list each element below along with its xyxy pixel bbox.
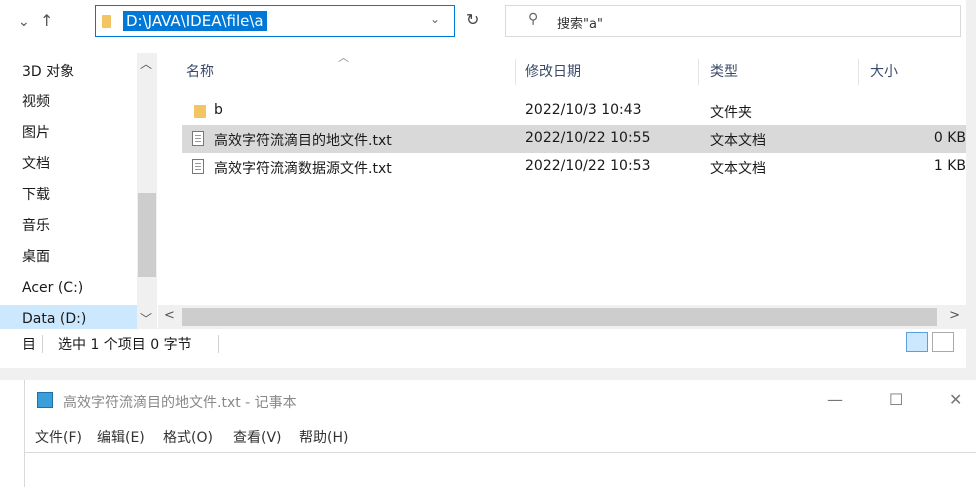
desktop-gap <box>0 368 976 380</box>
file-row-folder-b[interactable]: b 2022/10/3 10:43 文件夹 <box>182 97 966 125</box>
sidebar-item-drive-c[interactable]: Acer (C:) <box>22 277 83 299</box>
menu-help[interactable]: 帮助(H) <box>299 427 348 447</box>
close-icon[interactable]: ✕ <box>949 390 962 409</box>
file-row-source-txt[interactable]: 高效字符流滴数据源文件.txt 2022/10/22 10:53 文本文档 1 … <box>182 153 966 181</box>
chevron-down-icon[interactable]: ⌄ <box>430 12 440 26</box>
menu-file[interactable]: 文件(F) <box>35 427 82 447</box>
refresh-icon[interactable]: ↻ <box>466 10 479 29</box>
chevron-right-icon[interactable]: > <box>949 308 960 323</box>
menu-view[interactable]: 查看(V) <box>233 427 282 447</box>
chevron-up-icon[interactable]: ︿ <box>140 55 152 72</box>
horizontal-scroll-thumb[interactable] <box>182 308 937 326</box>
recent-locations-icon[interactable]: ⌄ <box>18 12 30 32</box>
sidebar-item-desktop[interactable]: 桌面 <box>22 246 50 268</box>
minimize-icon[interactable]: — <box>827 390 843 409</box>
horizontal-scrollbar[interactable]: < > <box>158 305 966 329</box>
file-explorer-window: ⌄ ↑ D:\JAVA\IDEA\file\a ⌄ ↻ ⚲ 搜索"a" 3D 对… <box>0 0 966 368</box>
notepad-menu-bar: 文件(F) 编辑(E) 格式(O) 查看(V) 帮助(H) <box>25 422 976 452</box>
status-divider <box>218 335 219 353</box>
navigation-pane: 3D 对象 视频 图片 文档 下载 音乐 桌面 Acer (C:) Data (… <box>0 53 158 329</box>
sidebar-item-music[interactable]: 音乐 <box>22 215 50 237</box>
sort-ascending-icon: ︿ <box>338 51 349 64</box>
address-path[interactable]: D:\JAVA\IDEA\file\a <box>123 11 267 31</box>
column-divider[interactable] <box>858 59 859 85</box>
file-list: ︿ 名称 修改日期 类型 大小 b 2022/10/3 10:43 文件夹 高效… <box>158 51 966 329</box>
file-type: 文本文档 <box>710 133 766 149</box>
sidebar-item-downloads[interactable]: 下载 <box>22 184 50 206</box>
column-divider[interactable] <box>515 59 516 85</box>
file-modified: 2022/10/3 10:43 <box>525 102 642 118</box>
text-file-icon <box>192 159 204 174</box>
file-type: 文件夹 <box>710 105 752 121</box>
status-selection: 选中 1 个项目 0 字节 <box>58 337 192 353</box>
sidebar-item-pictures[interactable]: 图片 <box>22 122 50 144</box>
search-box[interactable]: ⚲ 搜索"a" <box>505 5 961 37</box>
sidebar-scrollbar[interactable]: ︿ ﹀ <box>137 53 157 329</box>
folder-icon <box>194 105 206 118</box>
file-type: 文本文档 <box>710 161 766 177</box>
file-name: 高效字符流滴数据源文件.txt <box>214 161 392 177</box>
notepad-icon <box>37 392 53 408</box>
column-header-type[interactable]: 类型 <box>710 61 738 81</box>
address-toolbar: ⌄ ↑ D:\JAVA\IDEA\file\a ⌄ ↻ ⚲ 搜索"a" <box>0 0 966 44</box>
status-divider <box>42 335 43 353</box>
column-divider[interactable] <box>698 59 699 85</box>
sidebar-item-3d-objects[interactable]: 3D 对象 <box>22 61 74 83</box>
notepad-window: 高效字符流滴目的地文件.txt - 记事本 — ☐ ✕ 文件(F) 编辑(E) … <box>24 380 976 487</box>
folder-icon <box>102 15 111 28</box>
sidebar-item-drive-d[interactable]: Data (D:) <box>22 308 86 330</box>
chevron-down-icon[interactable]: ﹀ <box>140 310 152 327</box>
menu-format[interactable]: 格式(O) <box>163 427 213 447</box>
window-edge <box>966 0 976 380</box>
sidebar-item-documents[interactable]: 文档 <box>22 153 50 175</box>
notepad-title-bar[interactable]: 高效字符流滴目的地文件.txt - 记事本 — ☐ ✕ <box>25 380 976 422</box>
file-modified: 2022/10/22 10:53 <box>525 158 651 174</box>
file-size: 1 KB <box>933 158 966 174</box>
status-bar: 目 选中 1 个项目 0 字节 <box>0 329 966 357</box>
notepad-text-area[interactable] <box>25 452 976 487</box>
status-item-count: 目 <box>22 337 36 353</box>
menu-edit[interactable]: 编辑(E) <box>97 427 145 447</box>
file-name: 高效字符流滴目的地文件.txt <box>214 133 392 149</box>
text-file-icon <box>192 131 204 146</box>
search-icon: ⚲ <box>528 11 539 27</box>
up-arrow-icon[interactable]: ↑ <box>40 11 53 31</box>
column-header-size[interactable]: 大小 <box>870 61 898 81</box>
maximize-icon[interactable]: ☐ <box>889 390 903 409</box>
address-bar[interactable]: D:\JAVA\IDEA\file\a ⌄ <box>95 5 455 37</box>
chevron-left-icon[interactable]: < <box>164 308 175 323</box>
file-size: 0 KB <box>933 130 966 146</box>
large-icons-view-icon[interactable] <box>932 332 954 352</box>
file-row-destination-txt[interactable]: 高效字符流滴目的地文件.txt 2022/10/22 10:55 文本文档 0 … <box>182 125 966 153</box>
sidebar-scroll-thumb[interactable] <box>138 193 156 277</box>
column-header-name[interactable]: 名称 <box>186 61 214 81</box>
file-name: b <box>214 102 223 118</box>
file-modified: 2022/10/22 10:55 <box>525 130 651 146</box>
notepad-title: 高效字符流滴目的地文件.txt - 记事本 <box>63 395 297 411</box>
details-view-icon[interactable] <box>906 332 928 352</box>
search-placeholder[interactable]: 搜索"a" <box>557 13 603 32</box>
sidebar-item-videos[interactable]: 视频 <box>22 91 50 113</box>
column-header-modified[interactable]: 修改日期 <box>525 61 581 81</box>
